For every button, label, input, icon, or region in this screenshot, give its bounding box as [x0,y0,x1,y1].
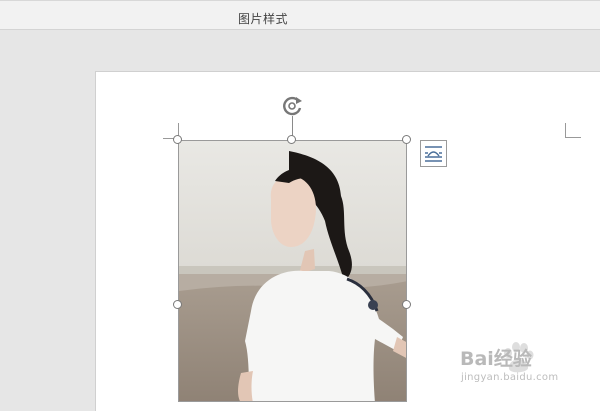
resize-handle-top-right[interactable] [402,135,411,144]
photo-shirt-logo [368,300,378,310]
resize-handle-right[interactable] [402,300,411,309]
selected-photo[interactable] [178,140,407,402]
resize-handle-top-left[interactable] [173,135,182,144]
layout-options-icon [425,146,442,162]
ribbon-contextual-tab-title[interactable]: 图片样式 [238,10,288,27]
watermark-brand-text: Bai经验 [460,348,532,370]
watermark-url-text: jingyan.baidu.com [461,372,559,383]
layout-options-button[interactable] [420,140,447,167]
resize-handle-top[interactable] [287,135,296,144]
page-margin-corner-top-right [565,123,581,138]
rotate-handle[interactable] [281,95,305,117]
resize-handle-left[interactable] [173,300,182,309]
rotate-icon [283,96,302,116]
ribbon-bar: 图片样式 [0,0,600,30]
photo-content [179,141,406,401]
